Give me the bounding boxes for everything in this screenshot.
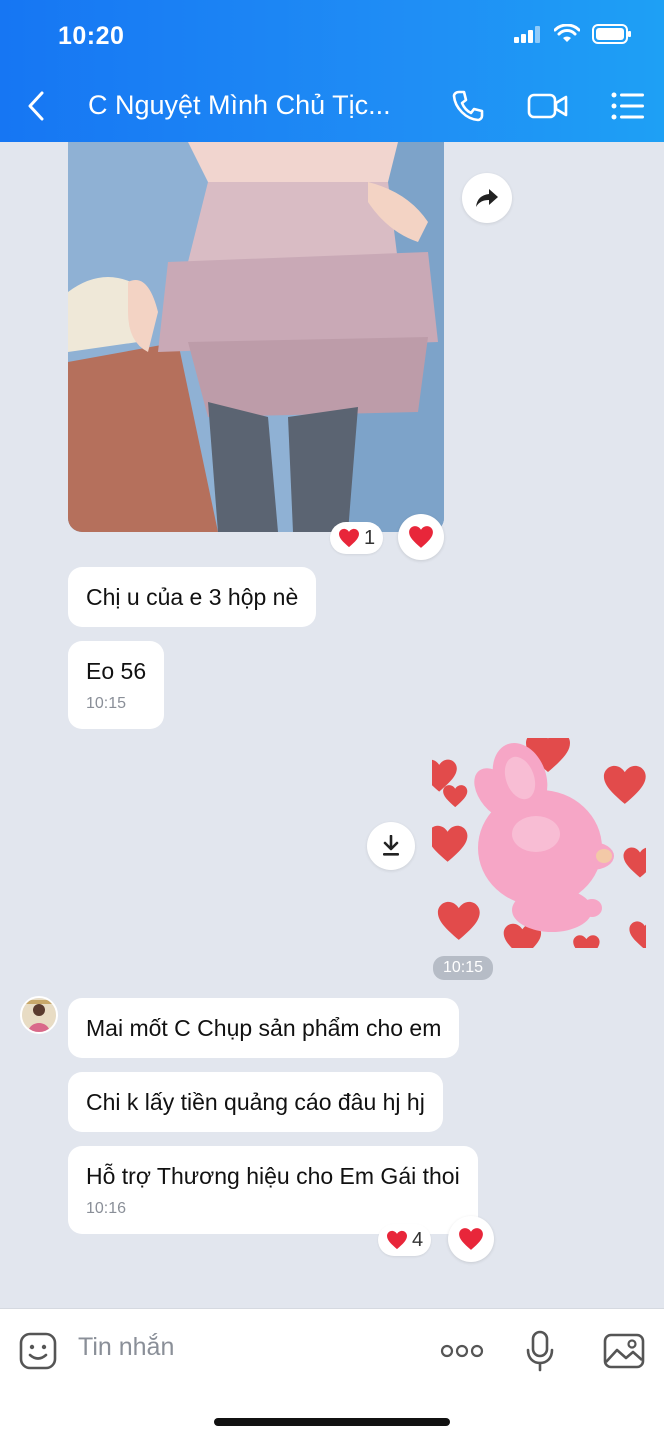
more-button[interactable] bbox=[438, 1329, 486, 1373]
download-button[interactable] bbox=[367, 822, 415, 870]
message-bubble[interactable]: Chi k lấy tiền quảng cáo đâu hj hj bbox=[68, 1072, 443, 1132]
message-text: Chị u của e 3 hộp nè bbox=[86, 584, 299, 610]
heart-icon bbox=[459, 1228, 483, 1250]
menu-list-icon bbox=[611, 92, 644, 120]
heart-icon bbox=[409, 526, 433, 548]
signal-icon bbox=[514, 26, 540, 43]
voice-button[interactable] bbox=[520, 1329, 560, 1373]
photo-image bbox=[68, 142, 444, 532]
photo-reaction-summary[interactable]: 1 bbox=[330, 522, 384, 554]
home-indicator bbox=[214, 1418, 450, 1426]
message-text: Eo 56 bbox=[86, 658, 147, 684]
microphone-icon bbox=[526, 1330, 554, 1372]
message-text: Hỗ trợ Thương hiệu cho Em Gái thoi bbox=[86, 1163, 460, 1189]
message-bubble[interactable]: Mai mốt C Chụp sản phẩm cho em bbox=[68, 998, 460, 1058]
battery-icon bbox=[592, 24, 631, 44]
emoji-icon bbox=[19, 1332, 57, 1370]
photo-reaction-count: 1 bbox=[364, 526, 376, 549]
phone-icon bbox=[452, 90, 484, 122]
message-list[interactable]: 1 Chị u của e 3 hộp nè Eo 56 10:15 10:15… bbox=[0, 142, 664, 1308]
message-reaction-summary[interactable]: 4 bbox=[378, 1224, 432, 1256]
heart-icon bbox=[387, 1230, 407, 1250]
back-arrow-icon bbox=[28, 91, 44, 121]
status-time: 10:20 bbox=[58, 22, 125, 50]
message-text: Mai mốt C Chụp sản phẩm cho em bbox=[86, 1015, 442, 1041]
image-icon bbox=[603, 1333, 645, 1369]
wifi-icon bbox=[554, 24, 580, 42]
menu-button[interactable] bbox=[606, 86, 650, 126]
message-bubble[interactable]: Chị u của e 3 hộp nè bbox=[68, 567, 317, 627]
avatar-image bbox=[22, 998, 56, 1032]
message-time: 10:16 bbox=[86, 1200, 127, 1217]
message-time: 10:15 bbox=[86, 695, 127, 712]
photo-react-button[interactable] bbox=[398, 514, 444, 560]
more-dots-icon bbox=[440, 1344, 484, 1358]
download-icon bbox=[383, 835, 399, 856]
message-reaction-count: 4 bbox=[412, 1228, 424, 1251]
heart-icon bbox=[339, 528, 359, 548]
sticker-time: 10:15 bbox=[433, 956, 494, 980]
message-bubble[interactable]: Hỗ trợ Thương hiệu cho Em Gái thoi 10:16 bbox=[68, 1146, 478, 1234]
bunny-sticker[interactable] bbox=[432, 738, 646, 948]
sender-avatar[interactable] bbox=[20, 996, 58, 1034]
message-input[interactable]: Tin nhắn bbox=[78, 1333, 174, 1362]
forward-icon bbox=[476, 189, 498, 207]
message-bubble[interactable]: Eo 56 10:15 bbox=[68, 641, 165, 729]
photo-message[interactable] bbox=[68, 142, 444, 532]
video-call-icon bbox=[527, 93, 568, 119]
message-react-button[interactable] bbox=[448, 1216, 494, 1262]
message-text: Chi k lấy tiền quảng cáo đâu hj hj bbox=[86, 1089, 425, 1115]
forward-button[interactable] bbox=[462, 173, 512, 223]
nav-bar: C Nguyệt Mình Chủ Tịc... bbox=[0, 78, 664, 136]
back-button[interactable] bbox=[18, 86, 54, 126]
gallery-button[interactable] bbox=[600, 1329, 648, 1373]
call-button[interactable] bbox=[446, 86, 490, 126]
emoji-button[interactable] bbox=[18, 1329, 58, 1373]
chat-header: 10:20 C Nguyệt Mình Chủ Tịc... bbox=[0, 0, 664, 142]
conversation-title[interactable]: C Nguyệt Mình Chủ Tịc... bbox=[88, 90, 418, 121]
video-call-button[interactable] bbox=[526, 86, 570, 126]
status-icons bbox=[514, 24, 632, 44]
